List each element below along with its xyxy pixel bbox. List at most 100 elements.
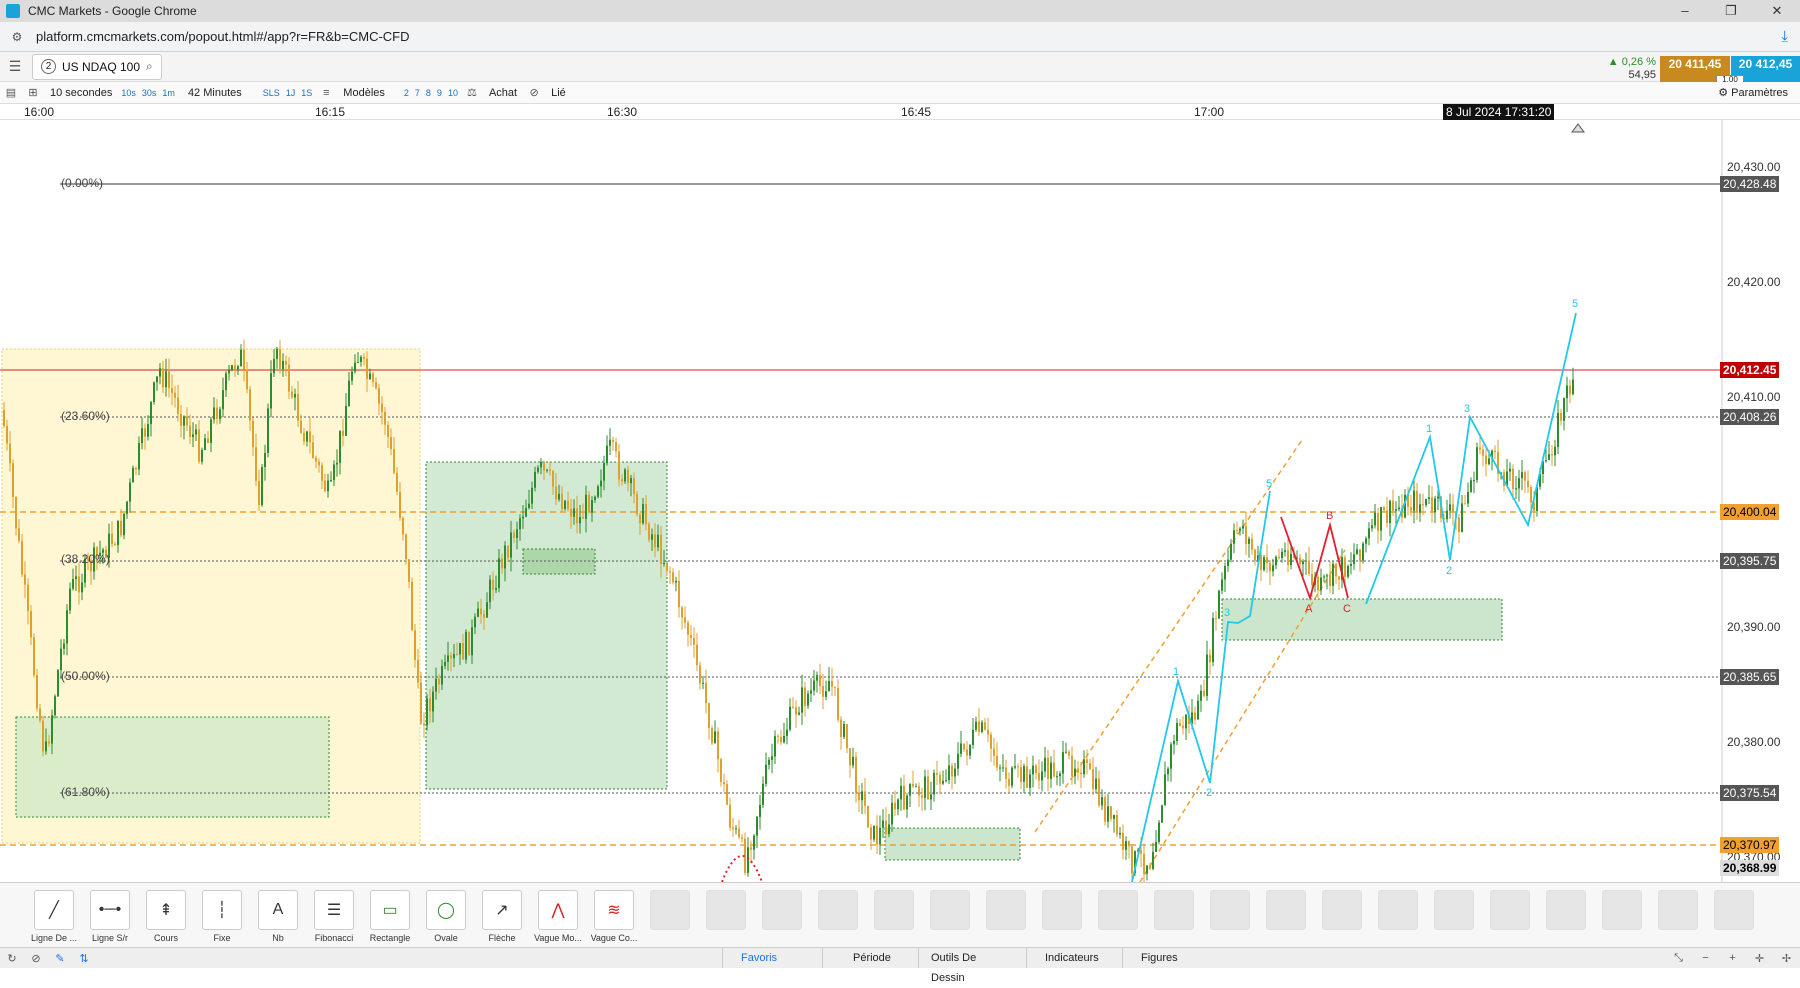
candle-body <box>1338 576 1340 580</box>
candle-body <box>981 722 983 732</box>
tool-text[interactable]: A Nb <box>250 883 306 947</box>
candle-body <box>663 562 665 565</box>
range-1s[interactable]: 1S <box>298 88 315 98</box>
tool-wave[interactable]: ⋀ Vague Mo... <box>530 883 586 947</box>
tool-fibonacci[interactable]: ☰ Fibonacci <box>306 883 362 947</box>
templates-icon[interactable]: ≡ <box>315 87 337 99</box>
tool-slot-empty[interactable] <box>866 883 922 947</box>
pencil-icon[interactable]: ✎ <box>48 952 72 965</box>
template-9[interactable]: 9 <box>434 88 445 98</box>
crosshair-icon[interactable]: ✛ <box>1746 952 1773 965</box>
tool-wave-corrective[interactable]: ≋ Vague Co... <box>586 883 642 947</box>
tool-trend-line[interactable]: ╱ Ligne De ... <box>26 883 82 947</box>
candle-body <box>267 408 269 453</box>
tab-periode[interactable]: Période <box>822 948 918 968</box>
layout-icon[interactable]: ⊞ <box>22 86 44 99</box>
tool-support-line[interactable]: •─• Ligne S/r <box>82 883 138 947</box>
tool-slot-empty[interactable] <box>754 883 810 947</box>
tool-slot-empty[interactable] <box>1202 883 1258 947</box>
tab-indicateurs[interactable]: Indicateurs <box>1026 948 1122 968</box>
price-chart[interactable]: 1 2 3 5 1 2 3 5 A B C (0.00%) (23.60%) (… <box>0 120 1800 882</box>
template-7[interactable]: 7 <box>412 88 423 98</box>
tool-slot-empty[interactable] <box>1258 883 1314 947</box>
disable-icon[interactable]: ⊘ <box>24 952 48 965</box>
zoom-out-icon[interactable]: − <box>1692 952 1719 965</box>
search-icon[interactable]: ⌕ <box>146 59 153 74</box>
template-2[interactable]: 2 <box>401 88 412 98</box>
candle-body <box>1530 487 1532 503</box>
range-select[interactable]: 42 Minutes <box>178 87 260 99</box>
tool-slot-empty[interactable] <box>1034 883 1090 947</box>
tool-slot-empty[interactable] <box>978 883 1034 947</box>
expand-icon[interactable]: ✢ <box>1773 952 1800 965</box>
tab-figures[interactable]: Figures <box>1122 948 1218 968</box>
wave-corrective-icon: ≋ <box>594 890 634 930</box>
empty-slot <box>1602 890 1642 930</box>
close-button[interactable]: ✕ <box>1754 3 1800 19</box>
tool-arrow[interactable]: ↗ Flèche <box>474 883 530 947</box>
candle-body <box>195 429 197 435</box>
zoom-fit-icon[interactable]: ⤡ <box>1665 952 1692 965</box>
tool-slot-empty[interactable] <box>1650 883 1706 947</box>
candle-body <box>159 368 161 377</box>
tool-rectangle[interactable]: ▭ Rectangle <box>362 883 418 947</box>
chart-canvas[interactable]: 1 2 3 5 1 2 3 5 A B C <box>0 120 1800 882</box>
zoom-in-icon[interactable]: + <box>1719 952 1746 965</box>
candle-body <box>1125 841 1127 850</box>
templates-button[interactable]: Modèles <box>337 87 401 99</box>
tool-slot-empty[interactable] <box>1594 883 1650 947</box>
tool-fixed[interactable]: ┆ Fixe <box>194 883 250 947</box>
tool-slot-empty[interactable] <box>1370 883 1426 947</box>
download-icon[interactable]: ⤓ <box>1781 28 1788 45</box>
range-1j[interactable]: 1J <box>283 88 299 98</box>
tool-slot-empty[interactable] <box>1090 883 1146 947</box>
buy-mode-button[interactable]: Achat <box>483 87 523 99</box>
interval-select[interactable]: 10 secondes <box>44 87 118 99</box>
interval-30s[interactable]: 30s <box>139 88 160 98</box>
tool-slot-empty[interactable] <box>698 883 754 947</box>
candle-body <box>834 686 836 689</box>
candle-body <box>489 579 491 603</box>
interval-1m[interactable]: 1m <box>159 88 178 98</box>
candle-body <box>543 461 545 471</box>
tool-price[interactable]: ⇞ Cours <box>138 883 194 947</box>
tool-slot-empty[interactable] <box>1426 883 1482 947</box>
candle-body <box>1287 550 1289 566</box>
candle-body <box>1233 530 1235 544</box>
settings-button[interactable]: ⚙ Paramètres <box>1718 86 1788 99</box>
candle-body <box>624 469 626 482</box>
refresh-icon[interactable]: ↻ <box>0 952 24 965</box>
linked-button[interactable]: Lié <box>545 87 572 99</box>
cursor-icon[interactable]: ⇅ <box>72 952 96 965</box>
candle-body <box>426 698 428 726</box>
tab-outils-de-dessin[interactable]: Outils De Dessin <box>918 948 1026 984</box>
tool-slot-empty[interactable] <box>1482 883 1538 947</box>
scale-icon[interactable]: ⚖ <box>461 86 483 99</box>
restore-button[interactable]: ❐ <box>1708 3 1754 19</box>
template-8[interactable]: 8 <box>423 88 434 98</box>
candle-body <box>1038 773 1040 781</box>
range-sls[interactable]: SLS <box>260 88 283 98</box>
tool-slot-empty[interactable] <box>1706 883 1762 947</box>
interval-10s[interactable]: 10s <box>118 88 139 98</box>
menu-icon[interactable]: ☰ <box>0 58 30 75</box>
list-icon[interactable]: ▤ <box>0 86 22 99</box>
tab-favoris[interactable]: Favoris <box>722 948 822 968</box>
url-text[interactable]: platform.cmcmarkets.com/popout.html#/app… <box>36 29 410 44</box>
instrument-tab[interactable]: 2 US NDAQ 100 ⌕ <box>32 53 162 80</box>
tool-slot-empty[interactable] <box>1314 883 1370 947</box>
candle-body <box>120 520 122 536</box>
tool-slot-empty[interactable] <box>1146 883 1202 947</box>
candle-body <box>732 827 734 830</box>
link-icon[interactable]: ⊘ <box>523 86 545 99</box>
minimize-button[interactable]: – <box>1662 3 1708 19</box>
template-10[interactable]: 10 <box>445 88 461 98</box>
tool-slot-empty[interactable] <box>642 883 698 947</box>
candle-body <box>1110 806 1112 819</box>
candle-body <box>927 776 929 800</box>
tool-oval[interactable]: ◯ Ovale <box>418 883 474 947</box>
tool-slot-empty[interactable] <box>1538 883 1594 947</box>
tool-slot-empty[interactable] <box>810 883 866 947</box>
site-settings-icon[interactable]: ⚙ <box>10 30 24 44</box>
tool-slot-empty[interactable] <box>922 883 978 947</box>
